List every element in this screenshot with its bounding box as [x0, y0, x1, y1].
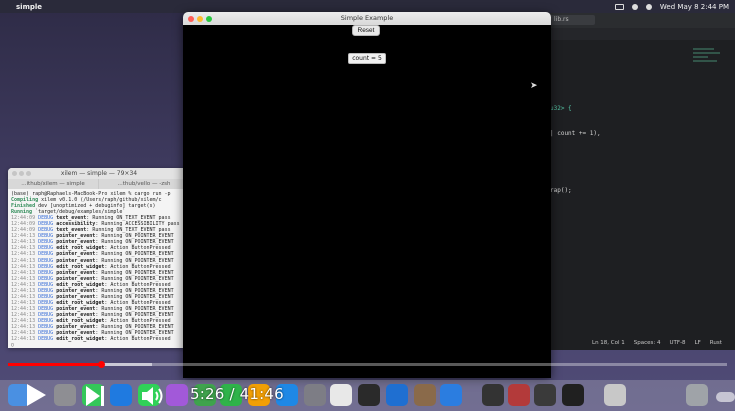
- indentation[interactable]: Spaces: 4: [634, 340, 661, 346]
- mouse-pointer-icon: ➤: [530, 81, 538, 91]
- console-icon[interactable]: [562, 384, 584, 406]
- terminal-line: 12:44:13 DEBUG edit_root_widget: Action …: [11, 336, 187, 342]
- language-mode[interactable]: Rust: [710, 340, 722, 346]
- code-type: u32> {: [550, 105, 572, 112]
- terminal-tab[interactable]: ...thub/vello — -zsh: [99, 179, 190, 189]
- terminal-traffic-lights: [12, 171, 31, 176]
- code-line[interactable]: | count += 1),: [550, 130, 601, 137]
- instruments-icon[interactable]: [414, 384, 436, 406]
- vscode-icon[interactable]: [386, 384, 408, 406]
- editor-tabbar: lib.rs: [540, 13, 735, 28]
- menubar-app-name[interactable]: simple: [16, 3, 42, 11]
- editor-tab[interactable]: lib.rs: [550, 15, 595, 25]
- close-icon[interactable]: [12, 171, 17, 176]
- battery-icon[interactable]: [614, 3, 624, 10]
- video-scrubber-handle[interactable]: [97, 361, 105, 368]
- code-line[interactable]: rap();: [550, 187, 572, 194]
- log-level: DEBUG: [38, 336, 54, 343]
- terminal-window: xilem — simple — 79×34 ...ithub/xilem — …: [8, 168, 190, 348]
- control-center-icon[interactable]: [645, 3, 652, 10]
- window-title: Simple Example: [340, 14, 394, 22]
- play-icon[interactable]: [24, 382, 48, 408]
- log-time: 12:44:13: [11, 336, 36, 343]
- code-line[interactable]: u32> {: [550, 105, 572, 112]
- wifi-icon[interactable]: [631, 3, 638, 10]
- safari-icon[interactable]: [110, 384, 132, 406]
- editor-statusbar: Ln 18, Col 1 Spaces: 4 UTF-8 LF Rust: [540, 337, 735, 348]
- screensaver-icon[interactable]: [534, 384, 556, 406]
- menubar-status-area: Wed May 8 2:44 PM: [614, 0, 729, 13]
- reset-button[interactable]: Reset: [352, 25, 380, 36]
- cursor-position[interactable]: Ln 18, Col 1: [592, 340, 625, 346]
- menubar-clock[interactable]: Wed May 8 2:44 PM: [660, 3, 729, 11]
- zoom-icon[interactable]: [26, 171, 31, 176]
- preview-icon[interactable]: [604, 384, 626, 406]
- dictionary-icon[interactable]: [508, 384, 530, 406]
- terminal-icon[interactable]: [358, 384, 380, 406]
- window-canvas[interactable]: Reset count = 5: [183, 25, 551, 378]
- window-traffic-lights: [188, 15, 212, 22]
- code-text: rap();: [550, 187, 572, 194]
- code-editor: lib.rs u32> { | count += 1), rap();: [540, 13, 735, 350]
- video-timecode: 5:26 / 41:46: [190, 385, 284, 403]
- launchpad-icon[interactable]: [54, 384, 76, 406]
- terminal-title: xilem — simple — 79×34: [60, 170, 138, 177]
- terminal-cursor: ▯: [11, 342, 15, 348]
- terminal-tab[interactable]: ...ithub/xilem — simple: [8, 179, 99, 189]
- editor-breadcrumb-bar: [540, 28, 735, 40]
- close-icon[interactable]: [188, 15, 194, 22]
- next-icon[interactable]: [84, 384, 106, 408]
- autoplay-toggle[interactable]: [716, 392, 735, 402]
- settings-icon[interactable]: [304, 384, 326, 406]
- video-progress-fill: [8, 363, 102, 366]
- simple-example-window: Simple Example Reset count = 5: [183, 12, 551, 378]
- terminal-output[interactable]: (base) raph@Raphaels-MacBook-Pro xilem %…: [8, 189, 190, 348]
- zoom-icon[interactable]: [206, 15, 212, 22]
- terminal-titlebar[interactable]: xilem — simple — 79×34: [8, 168, 190, 179]
- trash-icon[interactable]: [686, 384, 708, 406]
- minimize-icon[interactable]: [19, 171, 24, 176]
- terminal-line: ▯: [11, 342, 187, 348]
- window-titlebar[interactable]: Simple Example: [183, 12, 551, 25]
- chrome-icon[interactable]: [330, 384, 352, 406]
- xcode-icon[interactable]: [440, 384, 462, 406]
- minimize-icon[interactable]: [197, 15, 203, 22]
- inkscape-icon[interactable]: [482, 384, 504, 406]
- podcasts-icon[interactable]: [166, 384, 188, 406]
- code-text: | count += 1),: [550, 130, 601, 137]
- video-progress-bar[interactable]: [8, 363, 727, 366]
- volume-icon[interactable]: [140, 384, 166, 408]
- encoding[interactable]: UTF-8: [670, 340, 686, 346]
- editor-minimap[interactable]: [693, 48, 723, 88]
- log-event: edit_root_widget: [56, 336, 105, 343]
- line-ending[interactable]: LF: [695, 340, 701, 346]
- count-label: count = 5: [348, 53, 386, 64]
- terminal-tabs: ...ithub/xilem — simple ...thub/vello — …: [8, 179, 190, 189]
- log-message: : Action ButtonPressed: [104, 336, 171, 343]
